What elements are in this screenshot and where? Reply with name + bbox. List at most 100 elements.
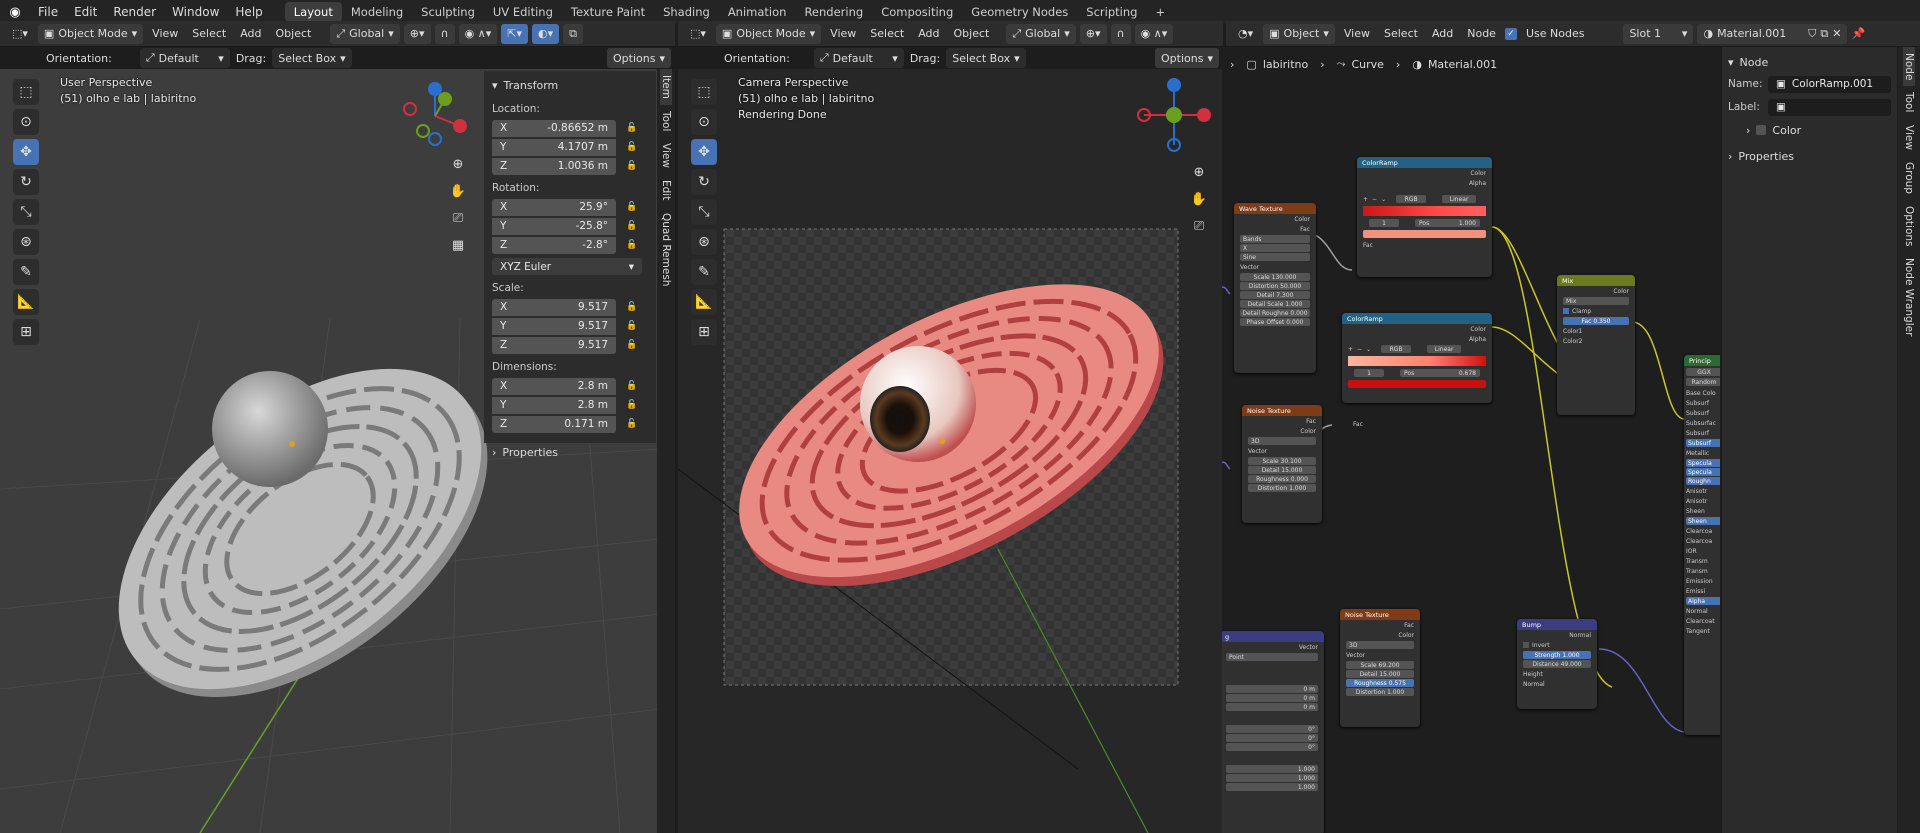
tab-rendering[interactable]: Rendering [795,2,872,22]
transform-header[interactable]: ▾ Transform [492,76,648,94]
rotation-mode-dropdown[interactable]: XYZ Euler ▾ [492,258,642,275]
tab-tool[interactable]: Tool [660,105,672,137]
location-z-field[interactable]: Z 1.0036 m [492,157,616,175]
annotate-tool[interactable]: ✎ [13,259,39,285]
ramp-mode[interactable]: RGB [1381,345,1412,353]
menu-add[interactable]: Add [1427,27,1458,40]
properties-header[interactable]: › Properties [492,443,648,461]
tab-scripting[interactable]: Scripting [1077,2,1146,22]
ramp-interp[interactable]: Linear [1442,195,1477,203]
color-section[interactable]: › Color [1728,119,1891,141]
tab-layout[interactable]: Layout [284,2,342,22]
rotate-tool[interactable]: ↻ [13,169,39,195]
move-tool[interactable]: ✥ [13,139,39,165]
blend-mode-dropdown[interactable]: Mix [1563,297,1629,305]
principled-input[interactable]: Alpha [1686,597,1720,605]
ramp-mode[interactable]: RGB [1396,195,1427,203]
drag-dropdown[interactable]: Select Box ▾ [946,48,1026,68]
remove-stop-icon[interactable]: − [1372,196,1377,203]
ramp-interp[interactable]: Linear [1427,345,1462,353]
location-z-field[interactable]: 0 m [1226,703,1318,711]
select-box-tool[interactable]: ⬚ [13,79,39,105]
transform-orientation-dropdown[interactable]: ⤢ Global ▾ [330,23,400,44]
use-nodes-checkbox[interactable]: ✓ [1504,27,1517,40]
lock-icon[interactable]: 🔓 [626,142,637,152]
field-phase-offset[interactable]: Phase Offset 0.000 [1240,318,1310,326]
menu-select[interactable]: Select [1379,27,1423,40]
field-distortion[interactable]: Distortion 1.000 [1248,484,1316,492]
node-name-field[interactable]: ▣ ColorRamp.001 [1768,75,1891,93]
xray-toggle[interactable]: ⧉ [563,23,583,44]
pivot-dropdown[interactable]: ⊕▾ [1079,23,1107,44]
lock-icon[interactable]: 🔓 [626,400,637,410]
mode-dropdown[interactable]: ▣ Object Mode ▾ [37,23,144,44]
location-x-field[interactable]: 0 m [1226,685,1318,693]
pin-icon[interactable]: 📌 [1851,27,1865,40]
lock-icon[interactable]: 🔓 [626,419,637,429]
remove-stop-icon[interactable]: − [1357,346,1362,353]
pan-button[interactable]: ✋ [1188,188,1210,210]
subsurface-method-dropdown[interactable]: Random [1686,378,1720,386]
field-detail-scale[interactable]: Detail Scale 1.000 [1240,300,1310,308]
location-y-field[interactable]: 0 m [1226,694,1318,702]
mapping-node[interactable]: g Vector Point 0 m 0 m 0 m 0° 0° 0° 1.00… [1222,631,1324,833]
mix-node[interactable]: Mix Color Mix Clamp Fac 0.350 Color1 Col… [1557,275,1635,415]
lock-icon[interactable]: 🔓 [626,123,637,133]
field-roughness[interactable]: Roughness 0.575 [1346,679,1414,687]
node-header[interactable]: Bump [1517,619,1597,630]
stop-color-swatch[interactable] [1363,230,1486,238]
wave-profile-dropdown[interactable]: Sine [1240,253,1310,261]
viewport2-canvas[interactable]: Camera Perspective (51) olho e lab | lab… [678,69,1223,833]
rotation-y-field[interactable]: 0° [1226,734,1318,742]
field-strength[interactable]: Strength 1.000 [1523,651,1591,659]
stop-pos[interactable]: Pos 0.678 [1400,369,1480,377]
scale-y-field[interactable]: 1.000 [1226,774,1318,782]
noise-dimensions-dropdown[interactable]: 3D [1346,641,1414,649]
add-cube-tool[interactable]: ⊞ [691,319,717,345]
node-header[interactable]: Wave Texture [1234,203,1316,214]
node-header[interactable]: Noise Texture [1340,609,1420,620]
colorramp-node-1[interactable]: ColorRamp Color Alpha + − ⌄ RGB Linear 1 Pos 1… [1357,157,1492,277]
gizmo-toggle[interactable]: ⇱▾ [501,23,528,44]
menu-node[interactable]: Node [1462,27,1501,40]
drag-dropdown[interactable]: Select Box ▾ [272,48,352,68]
add-cube-tool[interactable]: ⊞ [13,319,39,345]
principled-input[interactable]: Specula [1686,459,1720,467]
checkbox-icon[interactable] [1756,125,1767,135]
principled-input[interactable]: Sheen [1686,517,1720,525]
node-header[interactable]: ColorRamp [1357,157,1492,168]
rotation-y-field[interactable]: Y -25.8° [492,217,616,235]
distribution-dropdown[interactable]: GGX [1686,368,1720,376]
field-distortion[interactable]: Distortion 1.000 [1346,688,1414,696]
pan-button[interactable]: ✋ [447,180,469,202]
field-fac[interactable]: Fac 0.350 [1563,317,1629,325]
add-workspace-button[interactable]: + [1146,2,1174,22]
field-scale[interactable]: Scale 69.200 [1346,661,1414,669]
menu-view[interactable]: View [1339,27,1375,40]
proportional-toggle[interactable]: ◉ ∧▾ [1134,23,1174,44]
navigation-gizmo[interactable] [395,81,475,151]
annotate-tool[interactable]: ✎ [691,259,717,285]
node-header[interactable]: Noise Texture [1242,405,1322,416]
noise-dimensions-dropdown[interactable]: 3D [1248,437,1316,445]
color-ramp-bar[interactable] [1363,206,1486,216]
camera-view-button[interactable]: ⎚ [447,207,469,229]
menu-view[interactable]: View [147,27,183,40]
stop-pos[interactable]: Pos 1.000 [1415,219,1480,227]
transform-orientation-dropdown[interactable]: ⤢ Global ▾ [1006,23,1076,44]
tab-node[interactable]: Node [1903,47,1915,87]
wave-type-dropdown[interactable]: Bands [1240,235,1310,243]
colorramp-node-2[interactable]: ColorRamp Color Alpha + − ⌄ RGB Linear 1 Pos 0… [1342,313,1492,403]
menu-object[interactable]: Object [949,27,995,40]
measure-tool[interactable]: 📐 [13,289,39,315]
lock-icon[interactable]: 🔓 [626,381,637,391]
tab-options[interactable]: Options [1903,200,1915,253]
orientation-dropdown[interactable]: ⤢ Default ▾ [139,48,230,68]
transform-tool[interactable]: ⊛ [691,229,717,255]
principled-bsdf-node[interactable]: Princip GGX Random Base Colo Subsurf Subsu… [1684,355,1720,735]
dimensions-x-field[interactable]: X 2.8 m [492,377,616,395]
tab-view[interactable]: View [660,137,672,174]
tab-edit[interactable]: Edit [660,174,672,206]
field-scale[interactable]: Scale 30.100 [1248,457,1316,465]
chevron-down-icon[interactable]: ⌄ [1381,196,1386,203]
